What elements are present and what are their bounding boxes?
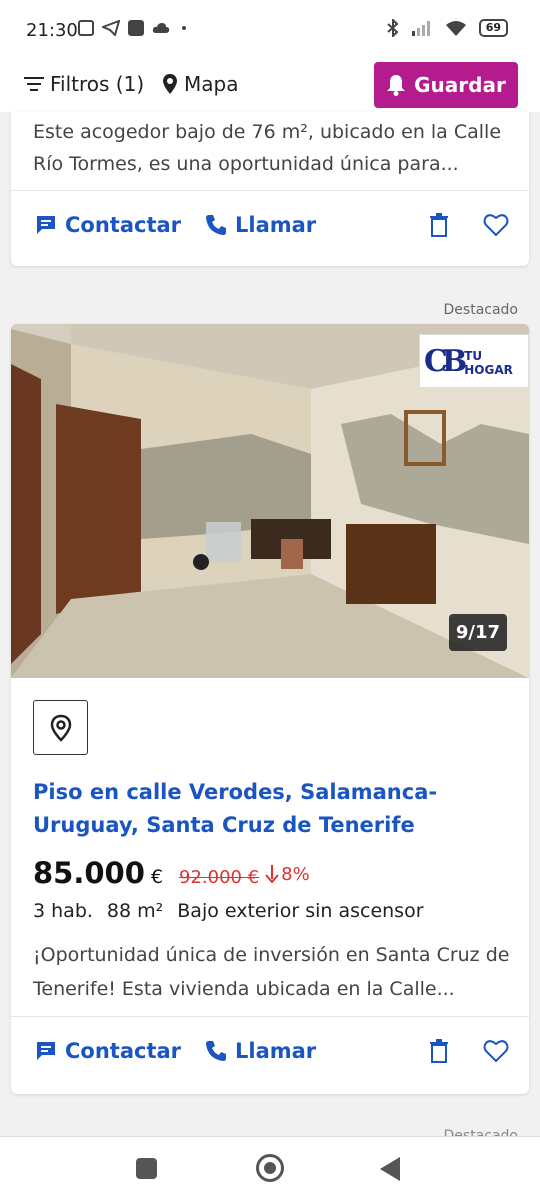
listing-description: Este acogedor bajo de 76 m², ubicado en … bbox=[33, 121, 502, 175]
app-icon bbox=[128, 20, 144, 36]
logo-text: TU HOGAR bbox=[464, 349, 513, 377]
system-nav-bar bbox=[0, 1136, 540, 1200]
arrow-down-icon bbox=[265, 865, 279, 883]
wifi-icon bbox=[445, 21, 466, 36]
top-toolbar: Filtros (1) Mapa Guardar bbox=[0, 58, 540, 112]
cloud-icon bbox=[152, 23, 170, 33]
logo-initials: CB bbox=[424, 343, 467, 379]
show-on-map-button[interactable] bbox=[33, 700, 88, 755]
location-pin-icon bbox=[50, 714, 71, 742]
filters-button[interactable]: Filtros (1) bbox=[24, 72, 144, 96]
area: 88 m² bbox=[106, 900, 164, 922]
floor-info: Bajo exterior sin ascensor bbox=[177, 900, 424, 922]
telegram-icon bbox=[102, 20, 120, 36]
recent-apps-button[interactable] bbox=[136, 1158, 157, 1179]
listing-card[interactable]: CB TU HOGAR 9/17 Piso en calle Verodes, … bbox=[11, 324, 529, 1094]
listing-actions: Contactar Llamar bbox=[11, 1016, 529, 1092]
back-button[interactable] bbox=[380, 1157, 400, 1181]
image-counter: 9/17 bbox=[448, 614, 507, 651]
price-drop-percent: 8% bbox=[281, 863, 310, 885]
trash-icon[interactable] bbox=[429, 1039, 449, 1063]
contact-button[interactable]: Contactar bbox=[35, 1039, 181, 1063]
currency: € bbox=[150, 866, 164, 888]
heart-icon[interactable] bbox=[483, 213, 509, 237]
contact-label: Contactar bbox=[65, 1039, 182, 1063]
home-button[interactable] bbox=[256, 1154, 284, 1182]
status-time: 21:30 bbox=[26, 20, 78, 41]
dot-icon bbox=[182, 26, 186, 30]
chat-icon bbox=[37, 216, 55, 234]
listing-title[interactable]: Piso en calle Verodes, Salamanca-Uruguay… bbox=[33, 776, 513, 842]
listing-photo[interactable]: CB TU HOGAR 9/17 bbox=[11, 324, 529, 678]
call-button[interactable]: Llamar bbox=[205, 213, 316, 237]
filter-icon bbox=[24, 77, 44, 91]
call-label: Llamar bbox=[235, 1039, 317, 1063]
map-pin-icon bbox=[163, 74, 177, 94]
heart-icon[interactable] bbox=[483, 1039, 509, 1063]
filters-label: Filtros (1) bbox=[50, 72, 145, 96]
chat-icon bbox=[37, 1042, 55, 1060]
price-drop: 8% bbox=[265, 864, 310, 885]
bell-icon bbox=[387, 75, 406, 96]
nfc-icon bbox=[78, 20, 94, 36]
phone-icon bbox=[206, 1041, 226, 1061]
price: 85.000 bbox=[33, 856, 145, 890]
old-price: 92.000 € bbox=[179, 867, 260, 888]
contact-label: Contactar bbox=[65, 213, 182, 237]
map-button[interactable]: Mapa bbox=[162, 72, 238, 96]
price-row: 85.000 € 92.000 € 8% bbox=[33, 856, 310, 890]
system-icons: 69 bbox=[387, 19, 508, 37]
rooms: 3 hab. bbox=[33, 900, 93, 922]
notification-icons bbox=[78, 20, 186, 36]
agency-logo: CB TU HOGAR bbox=[419, 334, 529, 388]
contact-button[interactable]: Contactar bbox=[35, 213, 181, 237]
listing-actions: Contactar Llamar bbox=[11, 190, 529, 266]
battery-indicator: 69 bbox=[478, 19, 508, 37]
save-label: Guardar bbox=[414, 73, 506, 97]
call-label: Llamar bbox=[235, 213, 317, 237]
trash-icon[interactable] bbox=[429, 213, 449, 237]
map-label: Mapa bbox=[184, 72, 239, 96]
phone-icon bbox=[206, 215, 226, 235]
listing-features: 3 hab. 88 m² Bajo exterior sin ascensor bbox=[33, 900, 424, 922]
call-button[interactable]: Llamar bbox=[205, 1039, 316, 1063]
signal-icon bbox=[411, 21, 430, 36]
save-search-button[interactable]: Guardar bbox=[374, 62, 518, 108]
listing-description: ¡Oportunidad única de inversión en Santa… bbox=[33, 944, 510, 1000]
listing-card-previous[interactable]: Este acogedor bajo de 76 m², ubicado en … bbox=[11, 112, 529, 266]
bluetooth-icon bbox=[387, 19, 399, 37]
status-bar: 21:30 69 bbox=[0, 0, 540, 58]
featured-label: Destacado bbox=[443, 302, 518, 318]
